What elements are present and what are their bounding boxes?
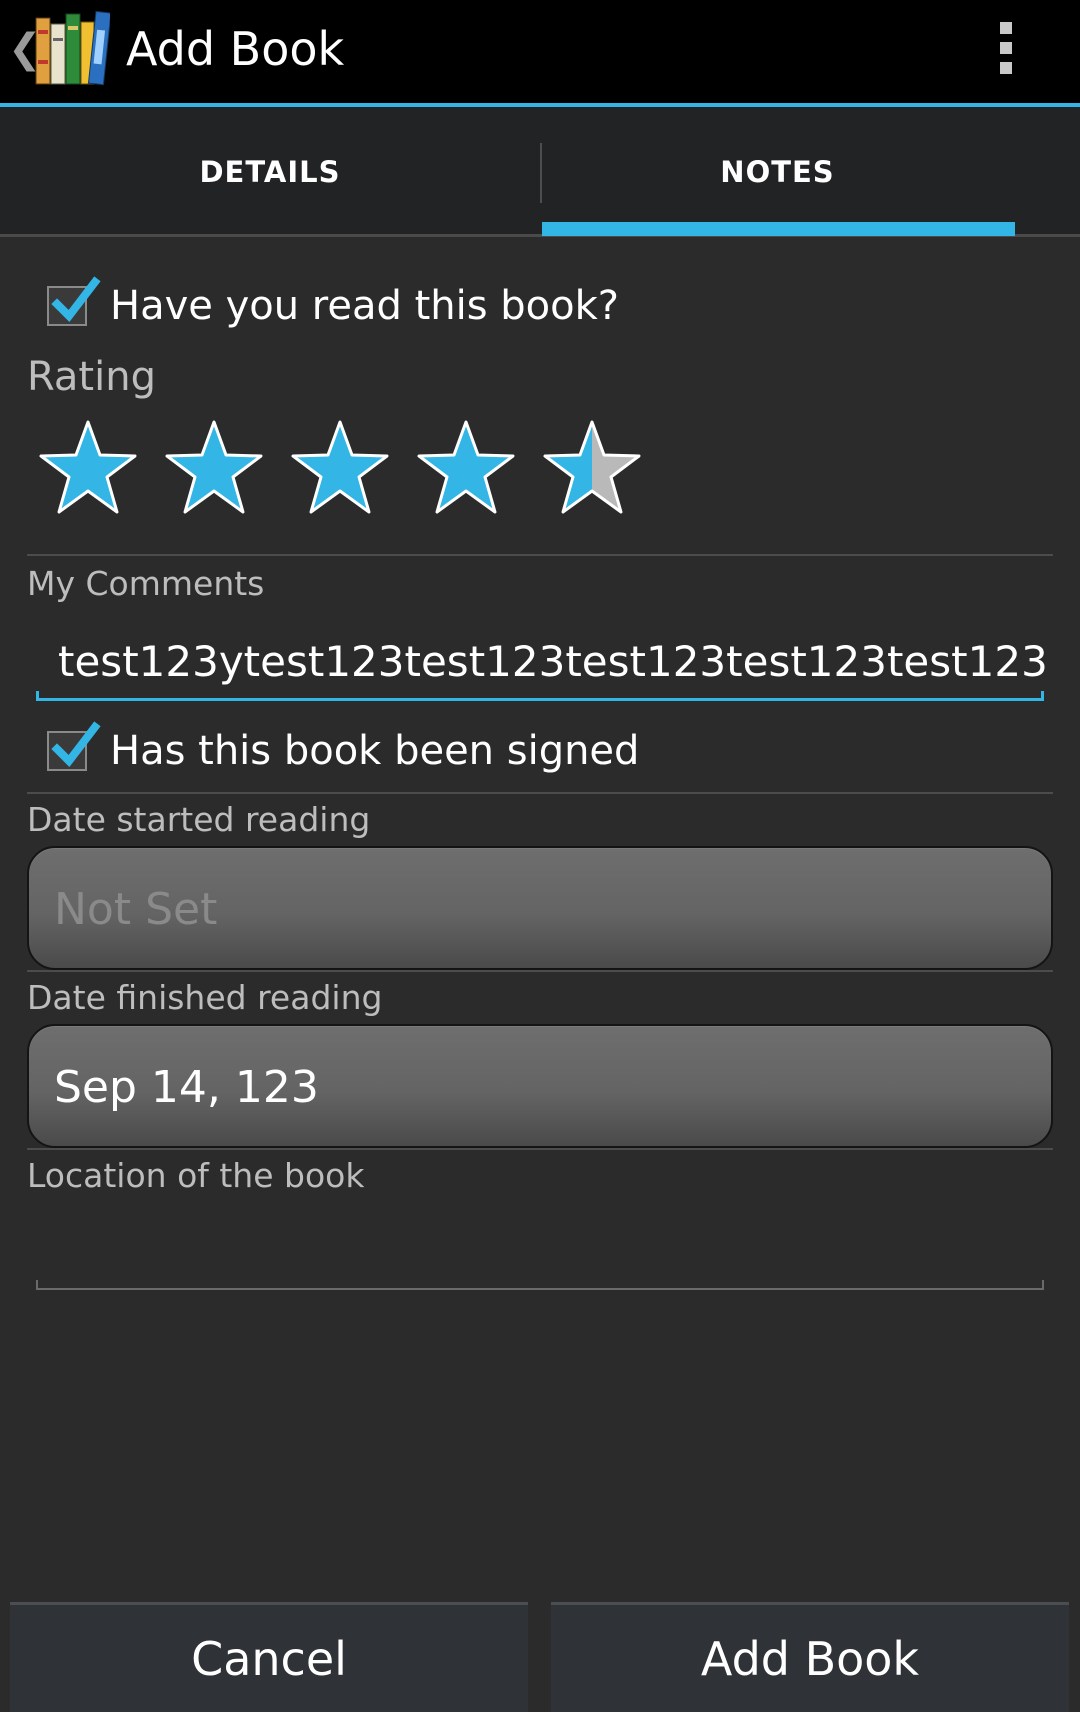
comments-input[interactable]: test123ytest123test123test123test123test… [36,620,1048,701]
action-bar: ❮ Add Book [0,0,1080,107]
divider [27,970,1053,972]
signed-checkbox-label[interactable]: Has this book been signed [110,728,639,774]
date-finished-value: Sep 14, 123 [54,1062,319,1113]
date-started-label: Date started reading [27,800,371,839]
books-app-icon[interactable] [34,10,112,88]
divider [27,1148,1053,1150]
rating-star-icon[interactable] [162,418,266,518]
comments-input-value: test123ytest123test123test123test123test… [58,637,1048,686]
add-book-button[interactable]: Add Book [551,1602,1069,1712]
divider [27,792,1053,794]
signed-checkbox[interactable] [47,721,101,771]
cancel-button[interactable]: Cancel [10,1602,528,1712]
rating-label: Rating [27,354,156,400]
rating-star-icon[interactable] [36,418,140,518]
read-checkbox-label[interactable]: Have you read this book? [110,283,619,329]
selected-tab-indicator [542,222,1015,236]
rating-bar[interactable] [36,418,656,518]
divider [27,554,1053,556]
date-started-value: Not Set [54,884,218,935]
rating-star-icon[interactable] [540,418,644,518]
date-finished-button[interactable]: Sep 14, 123 [27,1024,1053,1148]
checkmark-icon [51,721,101,768]
tab-details[interactable]: DETAILS [0,107,540,237]
date-finished-label: Date finished reading [27,978,383,1017]
tab-bar: DETAILS NOTES [0,107,1080,237]
location-label: Location of the book [27,1156,365,1195]
comments-label: My Comments [27,564,265,603]
date-started-button[interactable]: Not Set [27,846,1053,970]
tab-notes[interactable]: NOTES [541,107,1014,237]
checkmark-icon [51,276,101,323]
overflow-menu-icon[interactable] [990,22,1022,78]
rating-star-icon[interactable] [414,418,518,518]
rating-star-icon[interactable] [288,418,392,518]
page-title: Add Book [126,22,345,76]
read-checkbox[interactable] [47,276,101,326]
location-input[interactable] [36,1278,1044,1290]
